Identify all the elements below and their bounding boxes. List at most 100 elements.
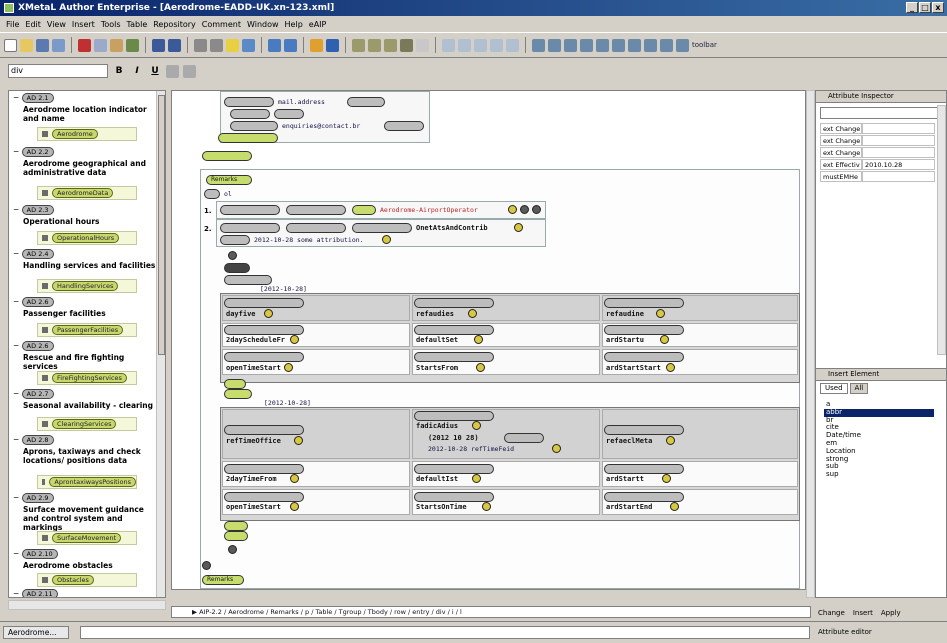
tree-node[interactable]: OperationalHours [37,231,137,245]
tag-chip[interactable] [224,531,248,541]
prev-change-icon[interactable] [580,38,593,52]
tree-item[interactable]: − AD 2.1 [13,93,54,103]
tag-chip[interactable] [218,133,278,143]
attr-row[interactable]: ext Change [820,147,935,158]
tree-item[interactable]: − AD 2.3 [13,205,54,215]
spell-icon[interactable] [126,38,139,52]
attr-dot[interactable] [202,561,211,570]
tag-chip[interactable] [204,189,220,199]
indent-icon[interactable] [268,38,281,52]
tree-item[interactable]: − AD 2.10 [13,549,58,559]
tree-node[interactable]: ClearingServices [37,417,137,431]
track-icon[interactable] [532,38,545,52]
attr-dot[interactable] [666,436,675,445]
tag-chip[interactable] [384,121,424,131]
export-icon[interactable] [660,38,673,52]
menu-file[interactable]: File [6,20,19,29]
attr-dot[interactable] [662,474,671,483]
attr-dot[interactable] [670,502,679,511]
accept-icon[interactable] [548,38,561,52]
tree-node[interactable]: HandlingServices [37,279,137,293]
list-item[interactable]: sup [824,470,934,479]
open-icon[interactable] [20,38,33,52]
attr-row[interactable]: mustEMHe [820,171,935,182]
tag-chip[interactable] [604,492,684,502]
tree-item[interactable]: − AD 2.7 [13,389,54,399]
tag-chip[interactable] [352,223,412,233]
attr-dot[interactable] [520,205,529,214]
tag-chip[interactable] [414,492,494,502]
link-icon[interactable] [242,38,255,52]
tag-chip[interactable] [504,433,544,443]
tree-node[interactable]: PassengerFacilities [37,323,137,337]
save-icon[interactable] [36,38,49,52]
menu-comment[interactable]: Comment [202,20,241,29]
attr-dot[interactable] [290,335,299,344]
tree-item[interactable]: − AD 2.9 [13,493,54,503]
tab-all[interactable]: All [849,383,869,394]
tag-chip[interactable] [224,425,304,435]
inspector-filter[interactable] [820,107,942,119]
inspector-scrollbar[interactable] [937,105,946,355]
tag-chip[interactable] [224,389,252,399]
bookmark-icon[interactable] [310,38,323,52]
tag-chip[interactable] [286,205,346,215]
tag-chip[interactable] [224,352,304,362]
tree-node[interactable]: FireFightingServices [37,371,137,385]
reject-icon[interactable] [564,38,577,52]
globe-icon[interactable] [326,38,339,52]
view-normal-icon[interactable] [352,38,365,52]
menu-view[interactable]: View [47,20,66,29]
italic-button[interactable]: I [130,64,144,78]
tag-chip[interactable] [414,325,494,335]
attr-dot[interactable] [482,502,491,511]
tag-chip[interactable] [414,298,494,308]
properties-icon[interactable] [506,38,519,52]
tag-chip[interactable] [224,379,246,389]
tag-chip[interactable] [604,325,684,335]
tag-chip[interactable] [352,205,376,215]
remarks-end-chip[interactable]: Remarks [202,575,244,585]
minimize-button[interactable]: _ [906,2,918,13]
undo-icon[interactable] [152,38,165,52]
menu-window[interactable]: Window [247,20,279,29]
tag-chip[interactable] [230,121,278,131]
tag-chip[interactable] [224,492,304,502]
menu-insert[interactable]: Insert [72,20,95,29]
attr-dot[interactable] [228,545,237,554]
copy-icon[interactable] [94,38,107,52]
insert-radio[interactable]: Insert [853,609,873,617]
attr-dot[interactable] [290,474,299,483]
tag-chip[interactable] [224,97,274,107]
tag-chip[interactable] [224,263,250,273]
tag-chip[interactable] [414,464,494,474]
new-icon[interactable] [4,38,17,52]
bold-button[interactable]: B [112,64,126,78]
tag-chip[interactable] [224,298,304,308]
tree-item[interactable]: − AD 2.4 [13,249,54,259]
tree-item[interactable]: − AD 2.11 [13,589,58,597]
document-tab[interactable]: Aerodrome... [3,626,69,639]
attr-dot[interactable] [382,235,391,244]
tree-node[interactable]: AerodromeData [37,186,137,200]
attr-dot[interactable] [508,205,517,214]
table-icon[interactable] [194,38,207,52]
list-item[interactable]: strong [824,455,934,464]
list-item[interactable]: Date/time [824,431,934,440]
checkout-icon[interactable] [474,38,487,52]
list-item[interactable]: br [824,416,934,425]
tag-chip[interactable] [224,521,248,531]
attr-dot[interactable] [514,223,523,232]
close-button[interactable]: x [932,2,944,13]
print-icon[interactable] [52,38,65,52]
tag-chip[interactable] [220,205,280,215]
list-item[interactable]: sub [824,463,934,471]
checkin-icon[interactable] [458,38,471,52]
attr-row[interactable]: ext Change [820,135,935,146]
aip-icon[interactable] [676,38,689,52]
attr-dot[interactable] [476,363,485,372]
paste-icon[interactable] [110,38,123,52]
document-outline[interactable]: − AD 2.1 Aerodrome location indicator an… [8,90,166,598]
change-radio[interactable]: Change [818,609,845,617]
attr-dot[interactable] [472,421,481,430]
